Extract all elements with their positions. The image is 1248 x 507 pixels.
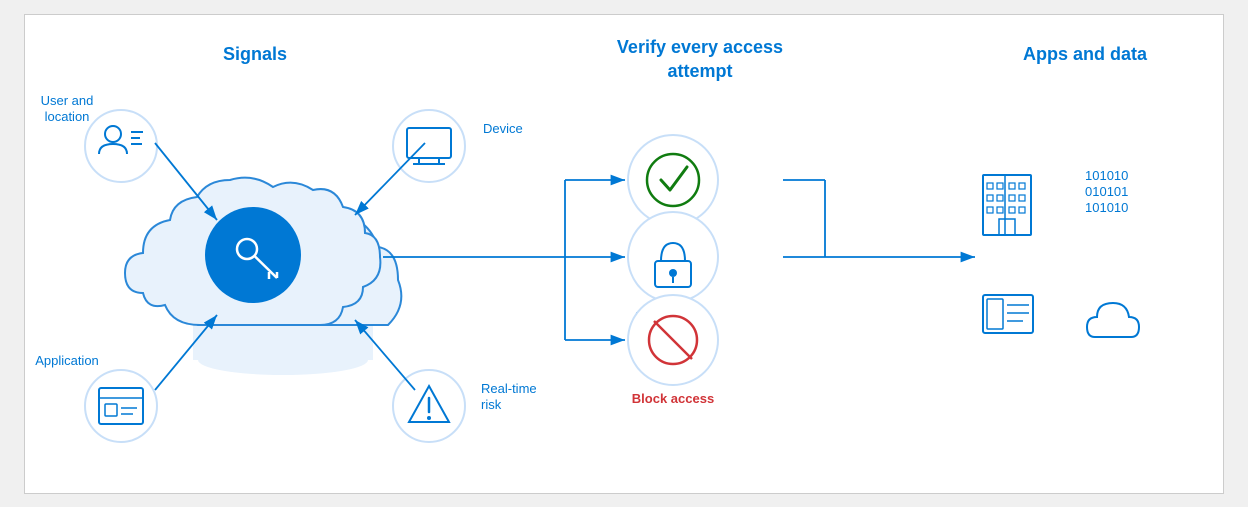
svg-text:location: location	[45, 109, 90, 124]
device-circle	[393, 110, 465, 182]
svg-text:risk: risk	[481, 397, 502, 412]
building-icon	[983, 175, 1031, 235]
svg-text:101010: 101010	[1085, 168, 1128, 183]
cloud-shape	[125, 177, 380, 324]
label-block: Block access	[632, 391, 714, 406]
svg-text:attempt: attempt	[667, 61, 732, 81]
header-apps: Apps and data	[1023, 44, 1148, 64]
data-binary-icon: 101010 010101 101010	[1085, 168, 1128, 215]
label-realtime-risk: Real-time	[481, 381, 537, 396]
mfa-circle	[628, 212, 718, 302]
label-device: Device	[483, 121, 523, 136]
label-application: Application	[35, 353, 99, 368]
diagram-container: Signals Verify every access attempt Apps…	[24, 14, 1224, 494]
svg-text:101010: 101010	[1085, 200, 1128, 215]
label-user-location: User and	[41, 93, 94, 108]
svg-text:010101: 010101	[1085, 184, 1128, 199]
user-location-circle	[85, 110, 157, 182]
application-circle	[85, 370, 157, 442]
cloud-apps-icon	[1087, 303, 1139, 337]
app-ui-icon	[983, 295, 1033, 333]
realtime-risk-circle	[393, 370, 465, 442]
header-signals: Signals	[223, 44, 287, 64]
header-verify: Verify every access	[617, 37, 783, 57]
